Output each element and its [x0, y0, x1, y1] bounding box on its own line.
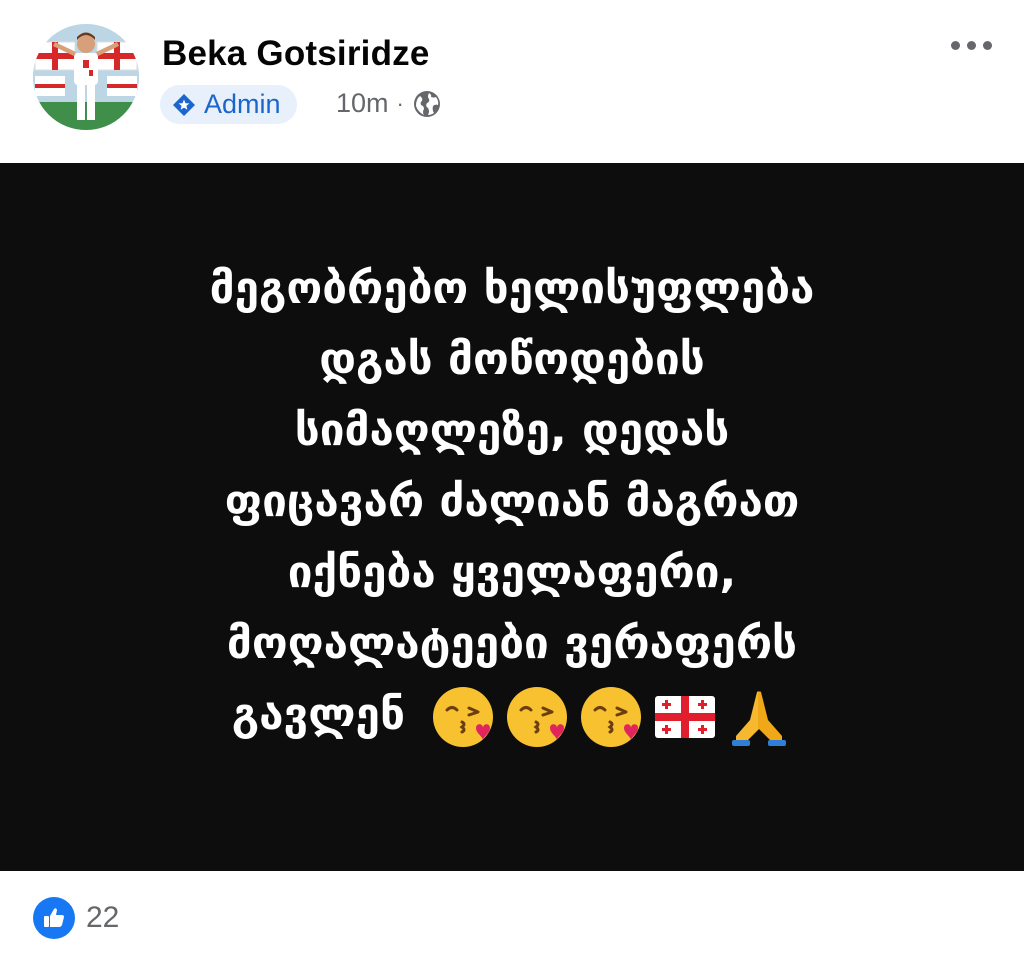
post-text-line: მეგობრებო ხელისუფლება: [209, 263, 815, 314]
reaction-count[interactable]: 22: [86, 901, 119, 935]
kissing-heart-emoji: [507, 687, 568, 747]
like-icon[interactable]: [33, 897, 75, 939]
more-horizontal-icon: [950, 40, 960, 50]
post-text-line: ფიცავარ ძალიან მაგრათ: [224, 476, 800, 527]
admin-badge-label: Admin: [204, 89, 281, 119]
avatar-image: [33, 24, 139, 130]
thumbs-up-icon: [44, 908, 64, 927]
post-text-line: სიმაღლეზე, დედას: [294, 405, 730, 456]
author-name[interactable]: Beka Gotsiridze: [162, 34, 430, 74]
kissing-heart-emoji: [581, 687, 642, 747]
folded-hands-emoji: [732, 691, 787, 746]
post-timestamp[interactable]: 10m: [336, 88, 389, 119]
kissing-heart-emoji: [433, 687, 494, 747]
post-header: Beka Gotsiridze Admin 10m ·: [0, 0, 1024, 163]
post-text-line: იქნება ყველაფერი,: [287, 547, 737, 598]
post-text: მეგობრებო ხელისუფლება დგას მოწოდების სიმ…: [40, 253, 984, 750]
more-dot: [966, 40, 976, 50]
meta-separator: ·: [396, 90, 404, 116]
globe-icon[interactable]: [412, 89, 442, 119]
more-options-button[interactable]: [940, 30, 1002, 60]
post-footer: 22: [0, 871, 1024, 972]
post-meta: 10m ·: [336, 88, 442, 119]
more-dot: [982, 40, 992, 50]
post-content-background[interactable]: მეგობრებო ხელისუფლება დგას მოწოდების სიმ…: [0, 163, 1024, 871]
post-text-line: მოღალატეები ვერაფერს: [226, 618, 798, 669]
author-avatar[interactable]: [33, 24, 139, 130]
post-text-last-line: გავლენ: [40, 679, 984, 750]
post-text-line: დგას მოწოდების: [319, 334, 705, 385]
post-text-line: გავლენ: [231, 689, 405, 740]
emoji-row: [430, 684, 792, 750]
admin-star-icon: [173, 93, 195, 116]
georgia-flag-emoji: [655, 696, 716, 738]
admin-badge: Admin: [160, 85, 297, 124]
